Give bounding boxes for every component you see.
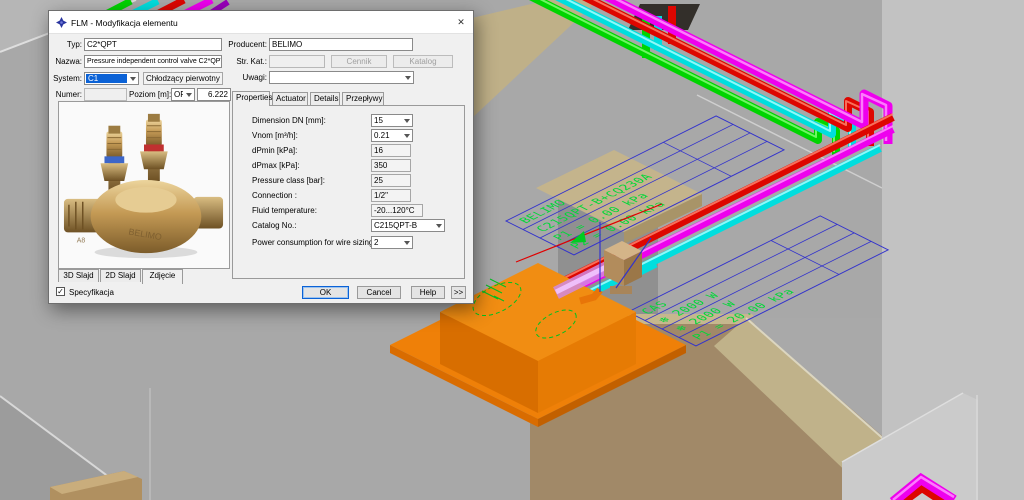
uwagi-combo[interactable] [269, 71, 414, 84]
katalog-button[interactable]: Katalog [393, 55, 453, 68]
typ-label: Typ: [52, 40, 82, 49]
specyfikacja-label: Specyfikacja [69, 288, 114, 297]
property-label: Catalog No.: [252, 221, 296, 230]
tab-2d-slajd[interactable]: 2D Slajd [100, 269, 141, 282]
cennik-button[interactable]: Cennik [331, 55, 387, 68]
property-label: Fluid temperature: [252, 206, 317, 215]
pressure-class-field: 25 [371, 174, 411, 187]
ok-button[interactable]: OK [302, 286, 349, 299]
tab-3d-slajd[interactable]: 3D Slajd [58, 269, 99, 282]
power-consumption-select[interactable]: 2 [371, 236, 413, 249]
connection-field: 1/2" [371, 189, 411, 202]
chevron-down-icon [436, 224, 442, 228]
producent-label: Producent: [222, 40, 267, 49]
specyfikacja-checkbox[interactable] [56, 287, 65, 296]
dpmax-field: 350 [371, 159, 411, 172]
application-window: BELIMO C215QPT-B+CQ230A P1 = 0.00 kPa P2… [0, 0, 1024, 500]
tab-actuator[interactable]: Actuator [272, 92, 308, 105]
producent-field[interactable]: BELIMO [269, 38, 413, 51]
str-kat-field[interactable] [269, 55, 325, 68]
numer-label: Numer: [52, 90, 82, 99]
numer-field[interactable] [84, 88, 127, 101]
poziom-value-field[interactable]: 6.222 [197, 88, 231, 101]
property-label: Pressure class [bar]: [252, 176, 325, 185]
property-label: Dimension DN [mm]: [252, 116, 326, 125]
more-button[interactable]: >> [451, 286, 466, 299]
close-icon[interactable]: ✕ [453, 15, 469, 30]
help-button[interactable]: Help [411, 286, 445, 299]
vnom-select[interactable]: 0.21 [371, 129, 413, 142]
modify-element-dialog: FLM - Modyfikacja elementu ✕ Typ: C2*QPT… [48, 10, 474, 304]
nazwa-field[interactable]: Pressure independent control valve C2*QP… [84, 55, 222, 68]
property-label: Connection : [252, 191, 297, 200]
valve-marking: A8 [77, 237, 86, 244]
catalog-no-select[interactable]: C215QPT-B [371, 219, 445, 232]
tab-przeplywy[interactable]: Przepływy [342, 92, 384, 105]
chevron-down-icon [404, 134, 410, 138]
system-description-field: Chłodzący pierwotny [143, 72, 223, 85]
system-select[interactable]: C1 [84, 72, 139, 85]
valve-product-photo: BELIMO A8 [59, 102, 229, 268]
chevron-down-icon [404, 241, 410, 245]
typ-field[interactable]: C2*QPT [84, 38, 222, 51]
system-label: System: [52, 74, 82, 83]
product-photo-frame: BELIMO A8 [58, 101, 230, 269]
property-label: dPmax [kPa]: [252, 161, 300, 170]
dialog-title-bar[interactable]: FLM - Modyfikacja elementu ✕ [49, 11, 473, 34]
chevron-down-icon [186, 93, 192, 97]
fluid-temperature-field: -20...120°C [371, 204, 423, 217]
property-label: dPmin [kPa]: [252, 146, 297, 155]
uwagi-label: Uwagi: [222, 73, 267, 82]
poziom-label: Poziom [m]: [129, 90, 169, 99]
flm-app-icon [56, 17, 67, 28]
chevron-down-icon [404, 119, 410, 123]
tab-properties[interactable]: Properties [232, 91, 270, 106]
chevron-down-icon [405, 76, 411, 80]
dialog-title: FLM - Modyfikacja elementu [71, 18, 178, 28]
property-label: Vnom [m³/h]: [252, 131, 298, 140]
dpmin-field: 16 [371, 144, 411, 157]
tab-details[interactable]: Details [310, 92, 340, 105]
str-kat-label: Str. Kat.: [222, 57, 267, 66]
chevron-down-icon [130, 77, 136, 81]
tab-zdjecie[interactable]: Zdjęcie [142, 269, 183, 284]
nazwa-label: Nazwa: [52, 57, 82, 66]
dimension-dn-select[interactable]: 15 [371, 114, 413, 127]
poziom-ref-select[interactable]: OR [171, 88, 195, 101]
cancel-button[interactable]: Cancel [357, 286, 401, 299]
